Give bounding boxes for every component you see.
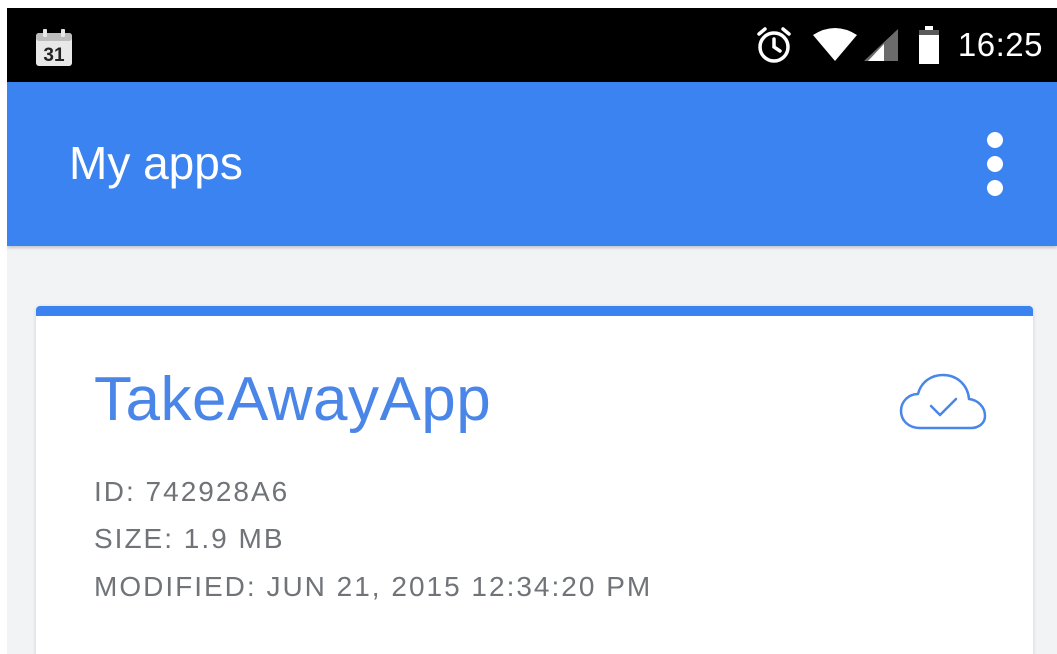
- app-id: ID: 742928A6: [94, 476, 290, 507]
- more-vert-icon[interactable]: [979, 132, 1011, 202]
- menu-dot: [987, 180, 1003, 196]
- signal-icon: [863, 29, 898, 61]
- cloud-done-icon[interactable]: [898, 372, 988, 434]
- calendar-day: 31: [43, 45, 65, 66]
- page-title: My apps: [69, 137, 243, 189]
- app-modified-date: MODIFIED: JUN 21, 2015 12:34:20 PM: [94, 571, 653, 602]
- menu-dot: [987, 132, 1003, 148]
- status-bar: 31 16:25: [7, 8, 1057, 82]
- app-name[interactable]: TakeAwayApp: [94, 364, 491, 435]
- status-time: 16:25: [957, 26, 1043, 63]
- wifi-icon: [812, 28, 857, 61]
- phone-screen: 31 16:25 My apps TakeAwayApp ID: 742928A…: [7, 8, 1057, 654]
- alarm-icon: [757, 27, 791, 63]
- app-bar: My apps: [7, 82, 1057, 246]
- menu-dot: [987, 156, 1003, 172]
- app-card[interactable]: TakeAwayApp ID: 742928A6 SIZE: 1.9 MB MO…: [36, 306, 1033, 654]
- battery-icon: [918, 26, 939, 64]
- status-icons: 16:25: [754, 8, 1043, 82]
- calendar-icon: 31: [36, 29, 72, 66]
- app-size: SIZE: 1.9 MB: [94, 523, 285, 554]
